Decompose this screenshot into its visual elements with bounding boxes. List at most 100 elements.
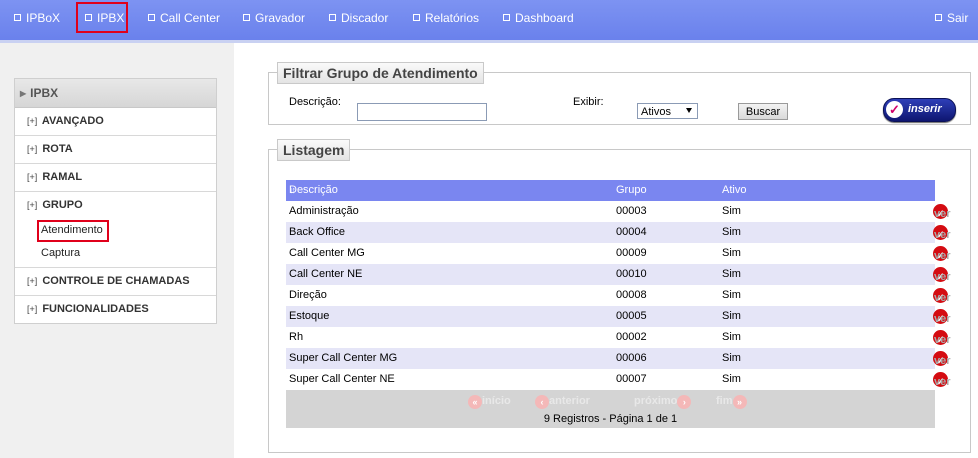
cell-grupo: 00006 (616, 352, 647, 364)
table-row: Call Center NE 00010 Sim ✓ ver (286, 264, 951, 285)
filter-panel: Filtrar Grupo de Atendimento Descrição: … (268, 62, 971, 125)
ver-label: ver (934, 271, 951, 283)
exibir-label: Exibir: (573, 96, 604, 108)
cell-ativo: Sim (722, 310, 741, 322)
ver-label: ver (934, 355, 951, 367)
table-row: Super Call Center MG 00006 Sim ✓ ver (286, 348, 951, 369)
expand-icon: [+] (27, 116, 38, 126)
cell-ativo: Sim (722, 331, 741, 343)
table-row: Super Call Center NE 00007 Sim ✓ ver (286, 369, 951, 390)
menu-item-funcionalidades[interactable]: [+] FUNCIONALIDADES (15, 296, 216, 323)
double-chevron-right-icon: » (732, 395, 747, 409)
sub-item-captura[interactable]: Captura (15, 242, 216, 265)
cell-descricao: Administração (289, 205, 359, 217)
atendimento-highlight-box (37, 220, 109, 242)
listagem-legend: Listagem (277, 139, 351, 161)
bullet-icon (329, 14, 336, 21)
menu-item-label: FUNCIONALIDADES (42, 303, 149, 315)
pager-anterior[interactable]: ‹ anterior (535, 395, 590, 409)
menu-item-label: CONTROLE DE CHAMADAS (42, 275, 190, 287)
cell-grupo: 00009 (616, 247, 647, 259)
check-icon: ✓ (886, 101, 903, 118)
cell-ativo: Sim (722, 268, 741, 280)
table-row: Back Office 00004 Sim ✓ ver (286, 222, 951, 243)
ipbx-highlight-box (76, 2, 128, 33)
cell-descricao: Estoque (289, 310, 330, 322)
ver-label: ver (934, 250, 951, 262)
expand-icon: [+] (27, 276, 38, 286)
pager: «início ‹ anterior próximo › fim» 9 Regist… (286, 390, 935, 428)
expand-icon: [+] (27, 172, 38, 182)
exibir-select[interactable]: Ativos (637, 103, 698, 119)
expand-icon: [+] (27, 200, 38, 210)
nav-item-gravador[interactable]: Gravador (243, 0, 305, 37)
cell-ativo: Sim (722, 373, 741, 385)
pager-label: fim (716, 395, 733, 407)
cell-grupo: 00008 (616, 289, 647, 301)
menu-header[interactable]: ▶ IPBX (15, 79, 216, 108)
column-header-label: Descrição (289, 184, 338, 196)
ver-label: ver (934, 376, 951, 388)
inserir-button[interactable]: ✓ inserir (883, 98, 956, 122)
chevron-right-icon: › (677, 395, 692, 409)
chevron-left-icon: ‹ (535, 395, 549, 409)
menu-item-label: ROTA (42, 143, 73, 155)
pager-fim[interactable]: fim» (716, 395, 747, 409)
cell-descricao: Back Office (289, 226, 346, 238)
nav-item-sair[interactable]: Sair (935, 0, 968, 37)
ver-label: ver (934, 313, 951, 325)
menu-item-rota[interactable]: [+] ROTA (15, 136, 216, 164)
nav-item-call-center[interactable]: Call Center (148, 0, 220, 37)
table-row: Rh 00002 Sim ✓ ver (286, 327, 951, 348)
side-menu: ▶ IPBX [+] AVANÇADO [+] ROTA [+] RAMAL [+… (14, 78, 217, 324)
bullet-icon (243, 14, 250, 21)
cell-descricao: Super Call Center NE (289, 373, 395, 385)
column-header-ativo[interactable]: Ativo (722, 180, 746, 201)
triangle-right-icon: ▶ (20, 89, 27, 98)
top-nav: IPBoX IPBX Call Center Gravador Discador… (0, 0, 978, 43)
menu-item-controle-de-chamadas[interactable]: [+] CONTROLE DE CHAMADAS (15, 268, 216, 296)
ver-label: ver (934, 208, 951, 220)
column-header-grupo[interactable]: Grupo (616, 180, 647, 201)
pager-label: próximo (634, 395, 678, 407)
ver-label: ver (934, 292, 951, 304)
inserir-label: inserir (908, 103, 942, 115)
table-row: Call Center MG 00009 Sim ✓ ver (286, 243, 951, 264)
exibir-selected-value: Ativos (641, 106, 671, 118)
nav-item-relatorios[interactable]: Relatórios (413, 0, 479, 37)
pager-info: 9 Registros - Página 1 de 1 (543, 413, 678, 425)
listagem-table: ↓↑ Descrição Grupo Ativo Administração 000… (286, 180, 951, 428)
cell-grupo: 00010 (616, 268, 647, 280)
bullet-icon (14, 14, 21, 21)
buscar-button[interactable]: Buscar (738, 103, 788, 120)
cell-descricao: Call Center NE (289, 268, 363, 280)
nav-item-label: Call Center (160, 11, 221, 25)
nav-item-discador[interactable]: Discador (329, 0, 388, 37)
cell-grupo: 00007 (616, 373, 647, 385)
menu-item-ramal[interactable]: [+] RAMAL (15, 164, 216, 192)
menu-item-label: RAMAL (42, 171, 83, 183)
cell-descricao: Call Center MG (289, 247, 365, 259)
cell-descricao: Super Call Center MG (289, 352, 398, 364)
table-body: Administração 00003 Sim ✓ ver Back Office 0000… (286, 201, 951, 390)
nav-item-label: Gravador (255, 11, 306, 25)
ver-label: ver (934, 229, 951, 241)
menu-item-avancado[interactable]: [+] AVANÇADO (15, 108, 216, 136)
menu-item-grupo[interactable]: [+] GRUPO (15, 192, 216, 219)
nav-item-label: Discador (341, 11, 389, 25)
cell-grupo: 00003 (616, 205, 647, 217)
menu-item-label: AVANÇADO (41, 115, 104, 127)
descricao-input[interactable] (357, 103, 487, 121)
nav-item-dashboard[interactable]: Dashboard (503, 0, 574, 37)
cell-ativo: Sim (722, 205, 741, 217)
pager-inicio[interactable]: «início (468, 395, 511, 409)
bullet-icon (935, 14, 942, 21)
bullet-icon (413, 14, 420, 21)
nav-item-ipbox[interactable]: IPBoX (14, 0, 60, 37)
pager-proximo[interactable]: próximo › (634, 395, 692, 409)
expand-icon: [+] (27, 144, 38, 154)
menu-title: IPBX (30, 86, 59, 100)
table-row: Direção 00008 Sim ✓ ver (286, 285, 951, 306)
descricao-label: Descrição: (289, 96, 341, 108)
filter-legend: Filtrar Grupo de Atendimento (277, 62, 484, 84)
